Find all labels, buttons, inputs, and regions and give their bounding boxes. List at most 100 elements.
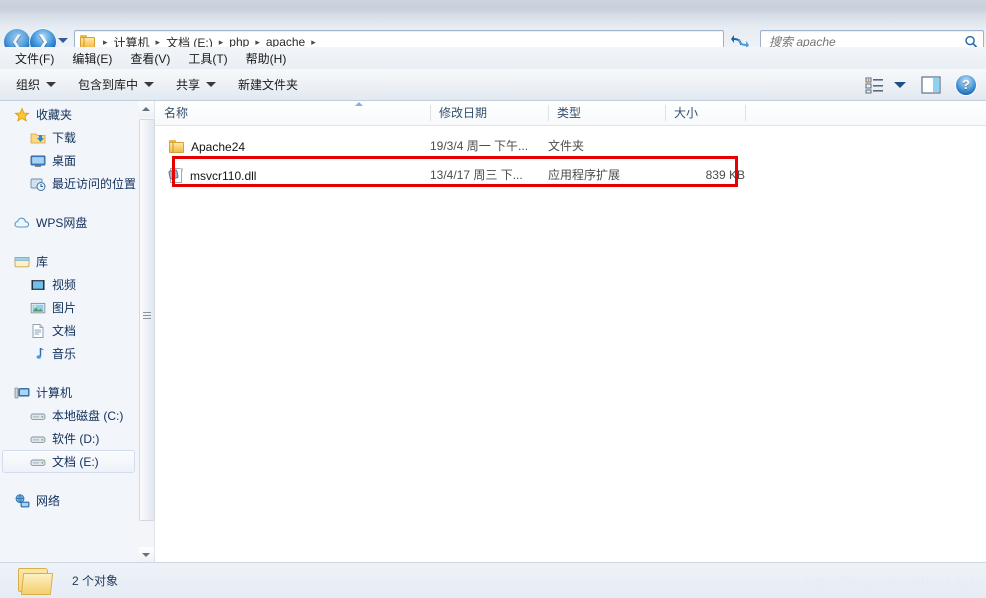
- preview-pane-button[interactable]: [920, 76, 942, 94]
- menu-view[interactable]: 查看(V): [121, 48, 179, 69]
- column-separator[interactable]: [745, 105, 746, 121]
- sidebar-label: 计算机: [36, 386, 73, 400]
- include-in-library-label: 包含到库中: [78, 78, 139, 92]
- preview-pane-icon: [921, 76, 941, 94]
- sidebar-item-computer[interactable]: 计算机: [0, 381, 138, 404]
- scroll-down-arrow-icon[interactable]: [138, 547, 154, 563]
- sidebar-item-desktop[interactable]: 桌面: [0, 149, 138, 172]
- sidebar-item-recent-places[interactable]: 最近访问的位置: [0, 172, 138, 195]
- sidebar-label: 本地磁盘 (C:): [52, 409, 124, 423]
- title-bar: [0, 0, 986, 13]
- column-header-size-label: 大小: [674, 106, 699, 120]
- chevron-down-icon: [58, 38, 68, 43]
- menu-edit[interactable]: 编辑(E): [63, 48, 121, 69]
- video-icon: [30, 277, 46, 293]
- help-button[interactable]: ?: [956, 75, 976, 95]
- organize-button[interactable]: 组织: [8, 72, 64, 97]
- column-header-size[interactable]: 大小: [665, 101, 745, 125]
- music-icon: [30, 346, 46, 362]
- download-folder-icon: [30, 130, 46, 146]
- breadcrumb-separator: ▸: [218, 36, 224, 47]
- file-date-cell: 13/4/17 周三 下...: [430, 168, 523, 182]
- status-folder-icon: [16, 565, 54, 597]
- document-icon: [30, 323, 46, 339]
- breadcrumb-separator: ▸: [255, 36, 260, 47]
- file-size-cell: 839 KB: [705, 168, 745, 182]
- file-name-label: Apache24: [191, 139, 246, 154]
- sidebar-label: 库: [36, 255, 49, 269]
- sidebar-item-documents[interactable]: 文档: [0, 319, 138, 342]
- sidebar-item-favorites[interactable]: 收藏夹: [0, 103, 138, 126]
- chevron-down-icon: [206, 82, 217, 87]
- nav-group-favorites: 收藏夹 下载 桌面 最近访问的位置: [0, 103, 138, 195]
- sidebar-label: 下载: [52, 131, 77, 145]
- address-bar: ❮ ❯ ▸ 计算机 ▸ 文档 (E:) ▸ php ▸ apache ▸: [0, 13, 986, 55]
- recent-places-icon: [30, 176, 46, 192]
- new-folder-label: 新建文件夹: [238, 78, 299, 92]
- sidebar-item-drive-d[interactable]: 软件 (D:): [0, 427, 138, 450]
- column-header-type[interactable]: 类型: [548, 101, 665, 125]
- breadcrumb-separator: ▸: [103, 36, 108, 47]
- status-bar: 2 个对象 https://blog.csdn.net/w_l_k_i: [0, 562, 986, 598]
- sidebar-item-libraries[interactable]: 库: [0, 250, 138, 273]
- table-row[interactable]: msvcr110.dll 13/4/17 周三 下... 应用程序扩展 839 …: [155, 163, 986, 188]
- nav-group-libraries: 库 视频 图片 文档 音乐: [0, 250, 138, 365]
- nav-group-wps-cloud: WPS网盘: [0, 211, 138, 234]
- include-in-library-button[interactable]: 包含到库中: [70, 72, 162, 97]
- file-type-cell: 应用程序扩展: [548, 168, 621, 182]
- drive-icon: [30, 454, 46, 470]
- file-date-cell: 19/3/4 周一 下午...: [430, 139, 529, 153]
- table-row[interactable]: Apache24 19/3/4 周一 下午... 文件夹: [155, 134, 986, 159]
- view-options-dropdown[interactable]: [894, 82, 906, 88]
- menu-file[interactable]: 文件(F): [6, 48, 63, 69]
- sidebar-item-pictures[interactable]: 图片: [0, 296, 138, 319]
- drive-icon: [30, 408, 46, 424]
- sidebar-item-network[interactable]: 网络: [0, 489, 138, 512]
- file-size-cell: [665, 134, 745, 159]
- sidebar-item-drive-e[interactable]: 文档 (E:): [2, 450, 135, 473]
- sidebar-label: 网络: [36, 494, 61, 508]
- sort-ascending-icon: [355, 102, 363, 106]
- menu-bar: 文件(F) 编辑(E) 查看(V) 工具(T) 帮助(H): [0, 47, 986, 69]
- sidebar-item-music[interactable]: 音乐: [0, 342, 138, 365]
- file-name-label: msvcr110.dll: [190, 168, 257, 183]
- file-name-cell[interactable]: msvcr110.dll: [155, 163, 430, 188]
- sidebar-item-downloads[interactable]: 下载: [0, 126, 138, 149]
- computer-icon: [14, 385, 30, 401]
- nav-group-computer: 计算机 本地磁盘 (C:) 软件 (D:) 文档 (E:): [0, 381, 138, 473]
- column-header-name-label: 名称: [164, 106, 189, 120]
- cloud-icon: [14, 215, 30, 231]
- desktop-icon: [30, 153, 46, 169]
- sidebar-label: 图片: [52, 301, 77, 315]
- sidebar-item-wps-cloud[interactable]: WPS网盘: [0, 211, 138, 234]
- sidebar-label: 软件 (D:): [52, 432, 100, 446]
- network-icon: [14, 493, 30, 509]
- share-label: 共享: [176, 78, 201, 92]
- file-name-cell[interactable]: Apache24: [155, 134, 430, 159]
- breadcrumb-separator: ▸: [311, 36, 316, 47]
- navigation-pane: 收藏夹 下载 桌面 最近访问的位置 WPS网盘 库 视频 图片 文档 音乐 计算…: [0, 101, 139, 563]
- column-header-row: 名称 修改日期 类型 大小: [155, 101, 986, 126]
- share-button[interactable]: 共享: [168, 72, 224, 97]
- drive-icon: [30, 431, 46, 447]
- new-folder-button[interactable]: 新建文件夹: [230, 72, 306, 97]
- library-icon: [14, 254, 30, 270]
- column-header-type-label: 类型: [557, 106, 582, 120]
- sidebar-item-videos[interactable]: 视频: [0, 273, 138, 296]
- sidebar-item-drive-c[interactable]: 本地磁盘 (C:): [0, 404, 138, 427]
- sidebar-label: 音乐: [52, 347, 77, 361]
- menu-tools[interactable]: 工具(T): [179, 48, 236, 69]
- view-options-button[interactable]: [865, 76, 885, 94]
- scrollbar-thumb[interactable]: [139, 119, 155, 521]
- scroll-up-arrow-icon[interactable]: [138, 101, 154, 117]
- column-header-date[interactable]: 修改日期: [430, 101, 548, 125]
- sidebar-scrollbar[interactable]: [138, 101, 155, 563]
- dll-file-icon: [168, 167, 184, 184]
- column-header-name[interactable]: 名称: [155, 101, 430, 125]
- menu-help[interactable]: 帮助(H): [237, 48, 296, 69]
- sidebar-label: 文档: [52, 324, 77, 338]
- picture-icon: [30, 300, 46, 316]
